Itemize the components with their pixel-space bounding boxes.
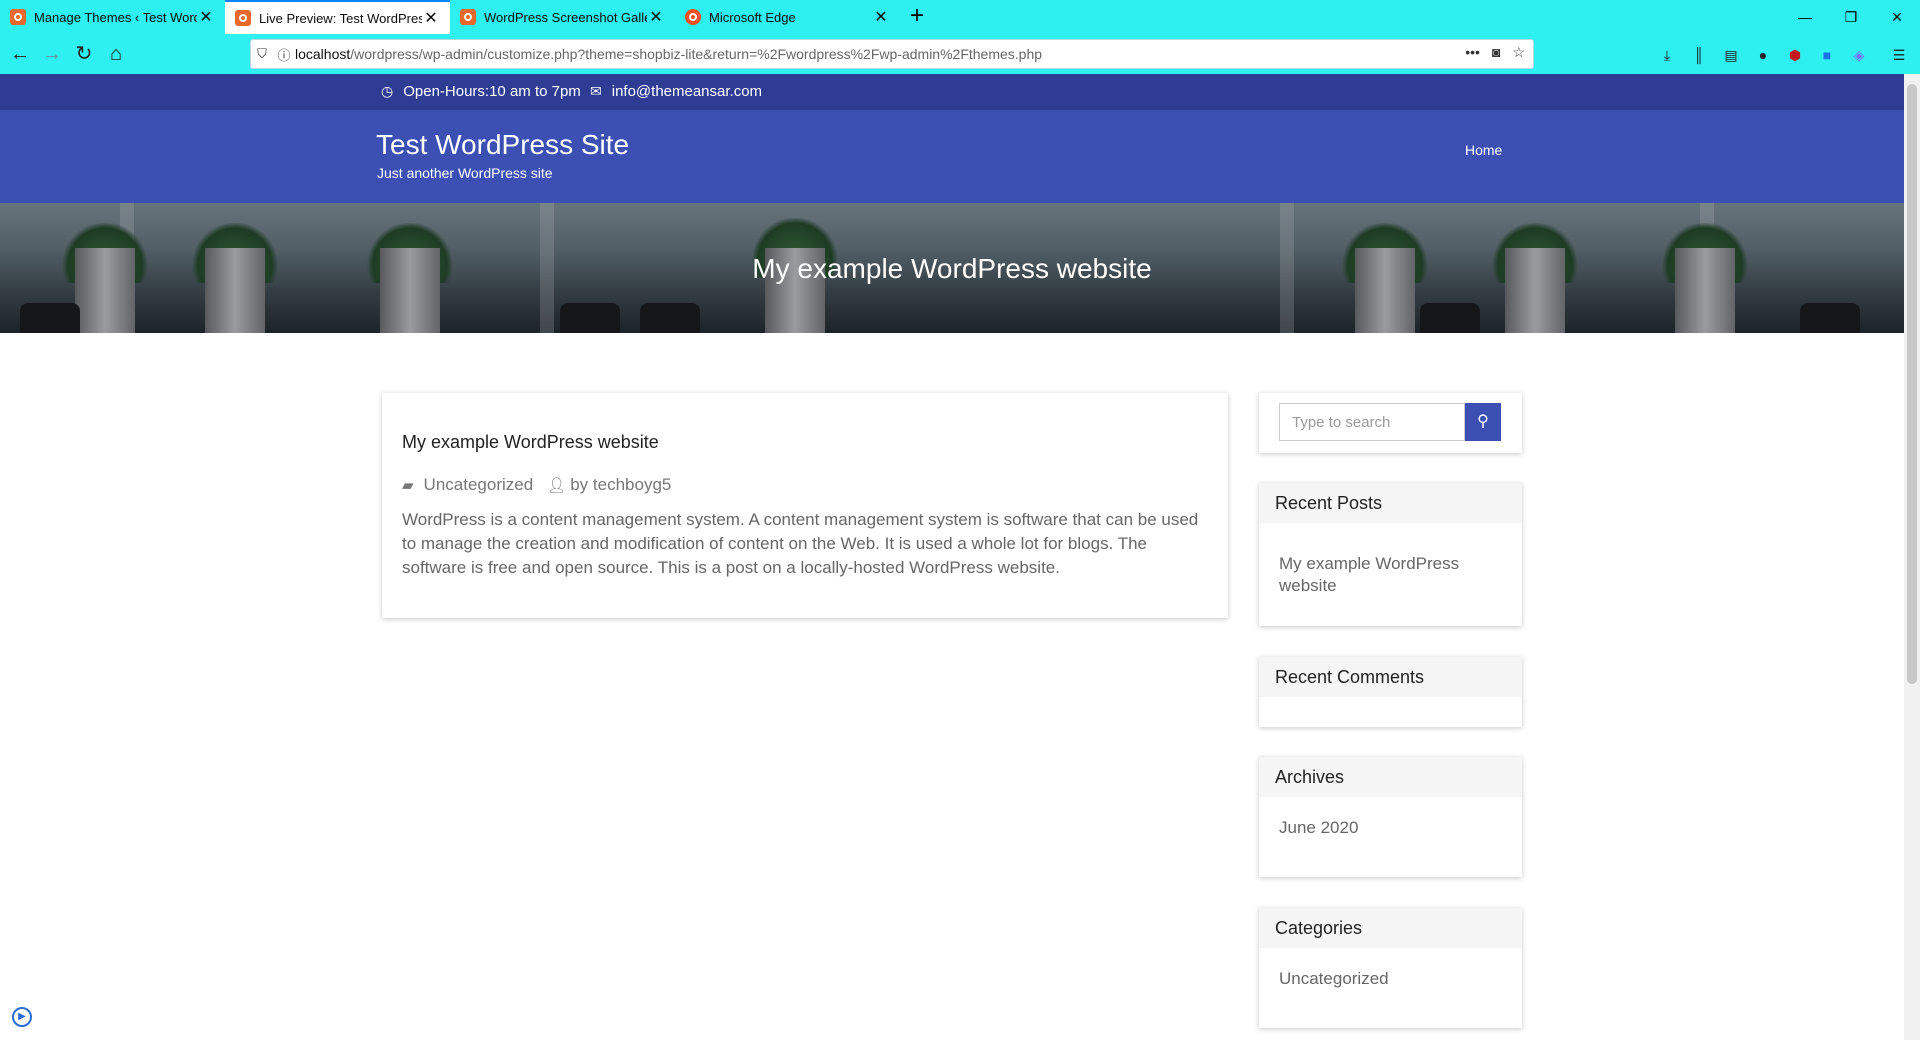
site-header: Test WordPress Site Just another WordPre… (0, 110, 1904, 203)
tab-label: Live Preview: Test WordPress S (259, 10, 422, 26)
site-tagline: Just another WordPress site (377, 165, 553, 181)
post-category[interactable]: Uncategorized (424, 475, 534, 495)
downloads-icon[interactable]: ⤓ (1658, 46, 1676, 64)
tab-strip: Manage Themes ‹ Test WordPr ✕ Live Previ… (0, 0, 1920, 34)
search-widget: ⚲ (1259, 393, 1522, 453)
site-topbar: ◷ Open-Hours:10 am to 7pm ✉ info@themean… (0, 74, 1904, 110)
wordpress-favicon-icon (460, 9, 476, 25)
recent-post-link[interactable]: My example WordPress website (1279, 553, 1502, 597)
user-icon: 👤︎ (547, 477, 567, 494)
widget-title: Recent Comments (1259, 657, 1522, 697)
edge-favicon-icon (685, 9, 701, 25)
tab-live-preview[interactable]: Live Preview: Test WordPress S ✕ (225, 0, 450, 34)
tab-label: Microsoft Edge (709, 9, 796, 25)
folder-icon: ▰ (402, 477, 414, 494)
bookmark-star-icon[interactable]: ☆ (1512, 44, 1525, 61)
clock-icon: ◷ (381, 83, 394, 99)
widget-title: Categories (1259, 908, 1522, 948)
recent-posts-widget: Recent Posts My example WordPress websit… (1259, 483, 1522, 626)
restore-icon[interactable]: ❐ (1836, 6, 1866, 28)
new-tab-icon[interactable]: + (904, 4, 930, 30)
post-title[interactable]: My example WordPress website (402, 432, 659, 453)
site-title[interactable]: Test WordPress Site (376, 129, 629, 161)
tab-label: Manage Themes ‹ Test WordPr (34, 9, 197, 25)
back-icon[interactable]: ← (6, 40, 34, 68)
page-scrollbar[interactable] (1904, 74, 1920, 1040)
account-icon[interactable]: ● (1754, 46, 1772, 64)
contact-email[interactable]: ✉ info@themeansar.com (590, 83, 762, 100)
search-input[interactable] (1279, 403, 1465, 441)
open-hours-text: Open-Hours:10 am to 7pm (403, 83, 581, 100)
post-card: My example WordPress website ▰ Uncategor… (382, 393, 1228, 618)
category-link[interactable]: Uncategorized (1279, 968, 1502, 990)
pocket-icon[interactable]: ◙ (1492, 44, 1500, 61)
tab-microsoft-edge[interactable]: Microsoft Edge ✕ (675, 0, 900, 34)
envelope-icon: ✉ (590, 83, 602, 99)
post-meta: ▰ Uncategorized 👤︎ by techboyg5 (402, 475, 671, 495)
library-icon[interactable]: ║ (1690, 46, 1708, 64)
close-tab-icon[interactable]: ✕ (197, 7, 215, 27)
menu-hamburger-icon[interactable]: ☰ (1890, 46, 1908, 64)
post-excerpt: WordPress is a content management system… (402, 510, 1199, 577)
reader-view-icon[interactable]: ▤ (1722, 46, 1740, 64)
tab-screenshot-gallery[interactable]: WordPress Screenshot Gallery ✕ (450, 0, 675, 34)
reload-icon[interactable]: ↻ (70, 40, 98, 68)
extension-s-icon[interactable]: ■ (1818, 46, 1836, 64)
archive-link[interactable]: June 2020 (1279, 817, 1502, 839)
forward-icon[interactable]: → (38, 40, 66, 68)
info-icon[interactable]: ⓘ (273, 45, 295, 64)
wordpress-favicon-icon (235, 10, 251, 26)
tab-manage-themes[interactable]: Manage Themes ‹ Test WordPr ✕ (0, 0, 225, 34)
close-tab-icon[interactable]: ✕ (422, 8, 440, 28)
close-window-icon[interactable]: ✕ (1882, 6, 1912, 28)
extension-leaf-icon[interactable]: ◈ (1850, 46, 1868, 64)
ublock-icon[interactable]: ⬢ (1786, 46, 1804, 64)
close-tab-icon[interactable]: ✕ (647, 7, 665, 27)
widget-title: Archives (1259, 757, 1522, 797)
archives-widget: Archives June 2020 (1259, 757, 1522, 877)
email-text[interactable]: info@themeansar.com (612, 83, 762, 100)
categories-widget: Categories Uncategorized (1259, 908, 1522, 1028)
widget-title: Recent Posts (1259, 483, 1522, 523)
tab-label: WordPress Screenshot Gallery (484, 9, 647, 25)
search-icon: ⚲ (1477, 413, 1489, 430)
menu-item-home[interactable]: Home (1465, 142, 1502, 158)
scrollbar-thumb[interactable] (1907, 84, 1917, 684)
post-author[interactable]: by techboyg5 (570, 475, 671, 495)
shield-icon[interactable]: ⛉ (251, 46, 273, 62)
hero-banner: My example WordPress website (0, 203, 1904, 333)
search-button[interactable]: ⚲ (1465, 403, 1501, 441)
page-actions-icon[interactable]: ••• (1465, 44, 1480, 61)
minimize-icon[interactable]: — (1790, 6, 1820, 28)
play-icon[interactable]: ▶ (12, 1007, 32, 1027)
open-hours: ◷ Open-Hours:10 am to 7pm (381, 83, 581, 100)
wordpress-favicon-icon (10, 9, 26, 25)
navigation-toolbar: ← → ↻ ⌂ ⛉ ⓘ localhost /wordpress/wp-admi… (0, 34, 1920, 74)
recent-comments-widget: Recent Comments (1259, 657, 1522, 727)
url-path: /wordpress/wp-admin/customize.php?theme=… (350, 46, 1043, 62)
url-host: localhost (295, 46, 351, 62)
address-bar[interactable]: ⛉ ⓘ localhost /wordpress/wp-admin/custom… (250, 39, 1534, 69)
home-icon[interactable]: ⌂ (102, 40, 130, 68)
hero-title: My example WordPress website (752, 253, 1152, 284)
close-tab-icon[interactable]: ✕ (872, 7, 890, 27)
